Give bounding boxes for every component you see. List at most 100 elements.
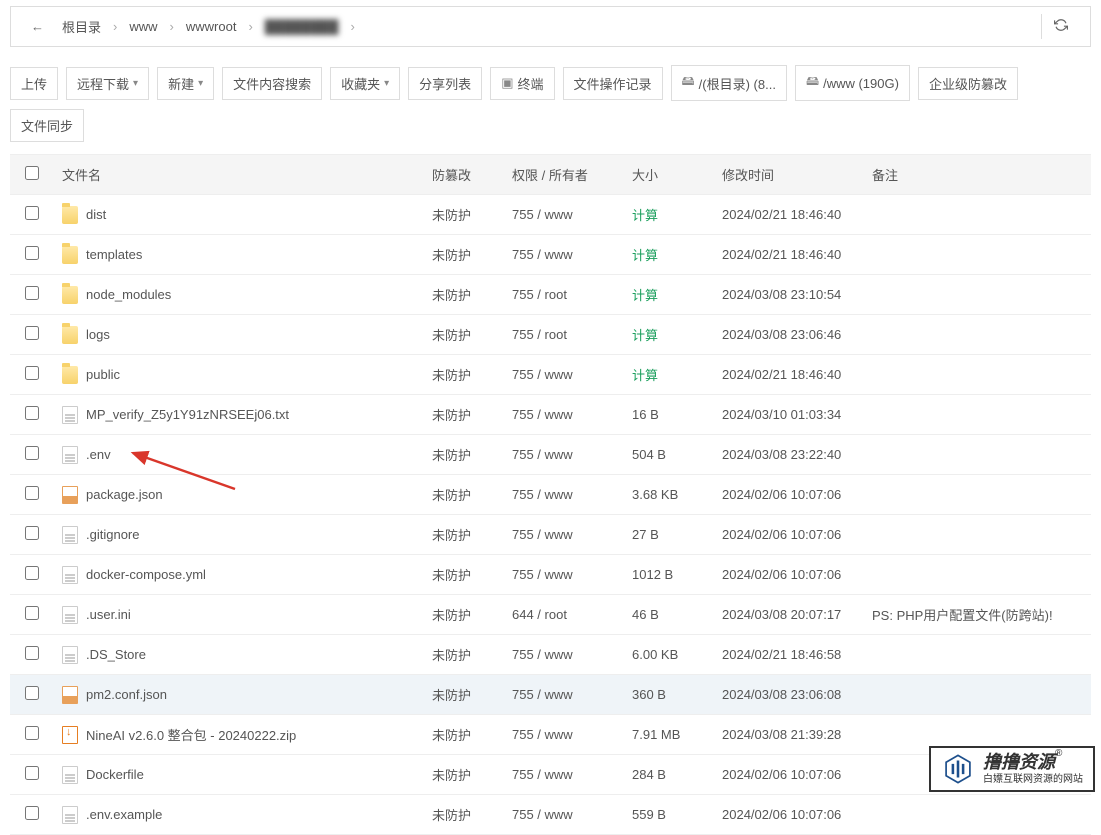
row-checkbox[interactable] bbox=[25, 326, 39, 340]
file-name[interactable]: package.json bbox=[86, 487, 163, 502]
table-row[interactable]: templates未防护755 / www计算2024/02/21 18:46:… bbox=[10, 235, 1091, 275]
permission-cell[interactable]: 755 / www bbox=[504, 195, 624, 235]
share-list-button[interactable]: 分享列表 bbox=[408, 67, 482, 100]
permission-cell[interactable]: 755 / www bbox=[504, 635, 624, 675]
table-row[interactable]: public未防护755 / www计算2024/02/21 18:46:40 bbox=[10, 355, 1091, 395]
terminal-button[interactable]: ▣终端 bbox=[490, 67, 554, 100]
disk-root-button[interactable]: 🖴/(根目录) (8... bbox=[671, 65, 787, 101]
permission-cell[interactable]: 644 / root bbox=[504, 595, 624, 635]
file-name[interactable]: MP_verify_Z5y1Y91zNRSEEj06.txt bbox=[86, 407, 289, 422]
permission-cell[interactable]: 755 / www bbox=[504, 355, 624, 395]
row-checkbox[interactable] bbox=[25, 726, 39, 740]
permission-cell[interactable]: 755 / root bbox=[504, 315, 624, 355]
table-row[interactable]: .DS_Store未防护755 / www6.00 KB2024/02/21 1… bbox=[10, 635, 1091, 675]
table-row[interactable]: docker-compose.yml未防护755 / www1012 B2024… bbox=[10, 555, 1091, 595]
file-name[interactable]: .env bbox=[86, 447, 111, 462]
row-checkbox[interactable] bbox=[25, 686, 39, 700]
new-button[interactable]: 新建▾ bbox=[157, 67, 214, 100]
row-checkbox[interactable] bbox=[25, 566, 39, 580]
column-size[interactable]: 大小 bbox=[624, 155, 714, 195]
size-cell[interactable]: 计算 bbox=[624, 355, 714, 395]
column-remark[interactable]: 备注 bbox=[864, 155, 1091, 195]
table-row[interactable]: pm2.conf.json未防护755 / www360 B2024/03/08… bbox=[10, 675, 1091, 715]
table-row[interactable]: logs未防护755 / root计算2024/03/08 23:06:46 bbox=[10, 315, 1091, 355]
column-permission[interactable]: 权限 / 所有者 bbox=[504, 155, 624, 195]
file-name[interactable]: NineAI v2.6.0 整合包 - 20240222.zip bbox=[86, 725, 296, 744]
table-row[interactable]: dist未防护755 / www计算2024/02/21 18:46:40 bbox=[10, 195, 1091, 235]
file-name[interactable]: pm2.conf.json bbox=[86, 687, 167, 702]
file-icon bbox=[62, 446, 78, 464]
protection-cell: 未防护 bbox=[424, 675, 504, 715]
table-row[interactable]: .gitignore未防护755 / www27 B2024/02/06 10:… bbox=[10, 515, 1091, 555]
disk-www-button[interactable]: 🖴/www (190G) bbox=[795, 65, 910, 101]
permission-cell[interactable]: 755 / www bbox=[504, 755, 624, 795]
row-checkbox[interactable] bbox=[25, 606, 39, 620]
column-mtime[interactable]: 修改时间 bbox=[714, 155, 864, 195]
permission-cell[interactable]: 755 / www bbox=[504, 235, 624, 275]
select-all-checkbox[interactable] bbox=[25, 166, 39, 180]
permission-cell[interactable]: 755 / www bbox=[504, 555, 624, 595]
file-name[interactable]: docker-compose.yml bbox=[86, 567, 206, 582]
remote-download-button[interactable]: 远程下载▾ bbox=[66, 67, 149, 100]
table-row[interactable]: node_modules未防护755 / root计算2024/03/08 23… bbox=[10, 275, 1091, 315]
file-name[interactable]: .user.ini bbox=[86, 607, 131, 622]
permission-cell[interactable]: 755 / www bbox=[504, 475, 624, 515]
crumb-www[interactable]: www bbox=[121, 15, 165, 38]
permission-cell[interactable]: 755 / www bbox=[504, 435, 624, 475]
file-name[interactable]: dist bbox=[86, 207, 106, 222]
operation-log-button[interactable]: 文件操作记录 bbox=[563, 67, 663, 100]
table-row[interactable]: .env.example未防护755 / www559 B2024/02/06 … bbox=[10, 795, 1091, 835]
permission-cell[interactable]: 755 / root bbox=[504, 275, 624, 315]
file-name[interactable]: logs bbox=[86, 327, 110, 342]
table-row[interactable]: MP_verify_Z5y1Y91zNRSEEj06.txt未防护755 / w… bbox=[10, 395, 1091, 435]
row-checkbox[interactable] bbox=[25, 766, 39, 780]
remark-cell bbox=[864, 435, 1091, 475]
sync-button[interactable]: 文件同步 bbox=[10, 109, 84, 142]
column-protection[interactable]: 防篡改 bbox=[424, 155, 504, 195]
permission-cell[interactable]: 755 / www bbox=[504, 395, 624, 435]
crumb-root[interactable]: 根目录 bbox=[54, 13, 109, 40]
file-name[interactable]: public bbox=[86, 367, 120, 382]
content-search-button[interactable]: 文件内容搜索 bbox=[222, 67, 322, 100]
size-cell[interactable]: 计算 bbox=[624, 235, 714, 275]
row-checkbox[interactable] bbox=[25, 646, 39, 660]
permission-cell[interactable]: 755 / www bbox=[504, 515, 624, 555]
permission-cell[interactable]: 755 / www bbox=[504, 795, 624, 835]
table-row[interactable]: .user.ini未防护644 / root46 B2024/03/08 20:… bbox=[10, 595, 1091, 635]
file-name[interactable]: node_modules bbox=[86, 287, 171, 302]
size-cell[interactable]: 计算 bbox=[624, 275, 714, 315]
size-cell[interactable]: 计算 bbox=[624, 195, 714, 235]
crumb-current[interactable]: ████████ bbox=[257, 15, 347, 38]
protection-cell: 未防护 bbox=[424, 195, 504, 235]
row-checkbox[interactable] bbox=[25, 286, 39, 300]
file-name[interactable]: .DS_Store bbox=[86, 647, 146, 662]
table-row[interactable]: .env未防护755 / www504 B2024/03/08 23:22:40 bbox=[10, 435, 1091, 475]
back-button[interactable]: ← bbox=[21, 15, 54, 38]
caret-down-icon: ▾ bbox=[198, 78, 203, 89]
watermark-registered: ® bbox=[1055, 748, 1062, 759]
file-name[interactable]: templates bbox=[86, 247, 142, 262]
refresh-button[interactable] bbox=[1041, 14, 1080, 39]
row-checkbox[interactable] bbox=[25, 366, 39, 380]
row-checkbox[interactable] bbox=[25, 526, 39, 540]
permission-cell[interactable]: 755 / www bbox=[504, 675, 624, 715]
row-checkbox[interactable] bbox=[25, 246, 39, 260]
mtime-cell: 2024/03/08 20:07:17 bbox=[714, 595, 864, 635]
file-name[interactable]: .env.example bbox=[86, 807, 162, 822]
row-checkbox[interactable] bbox=[25, 806, 39, 820]
defense-button[interactable]: 企业级防篡改 bbox=[918, 67, 1018, 100]
favorites-button[interactable]: 收藏夹▾ bbox=[330, 67, 400, 100]
file-name[interactable]: .gitignore bbox=[86, 527, 139, 542]
size-cell[interactable]: 计算 bbox=[624, 315, 714, 355]
column-name[interactable]: 文件名 bbox=[54, 155, 424, 195]
folder-icon bbox=[62, 206, 78, 224]
row-checkbox[interactable] bbox=[25, 406, 39, 420]
row-checkbox[interactable] bbox=[25, 206, 39, 220]
crumb-wwwroot[interactable]: wwwroot bbox=[178, 15, 245, 38]
upload-button[interactable]: 上传 bbox=[10, 67, 58, 100]
permission-cell[interactable]: 755 / www bbox=[504, 715, 624, 755]
row-checkbox[interactable] bbox=[25, 446, 39, 460]
row-checkbox[interactable] bbox=[25, 486, 39, 500]
file-name[interactable]: Dockerfile bbox=[86, 767, 144, 782]
table-row[interactable]: package.json未防护755 / www3.68 KB2024/02/0… bbox=[10, 475, 1091, 515]
